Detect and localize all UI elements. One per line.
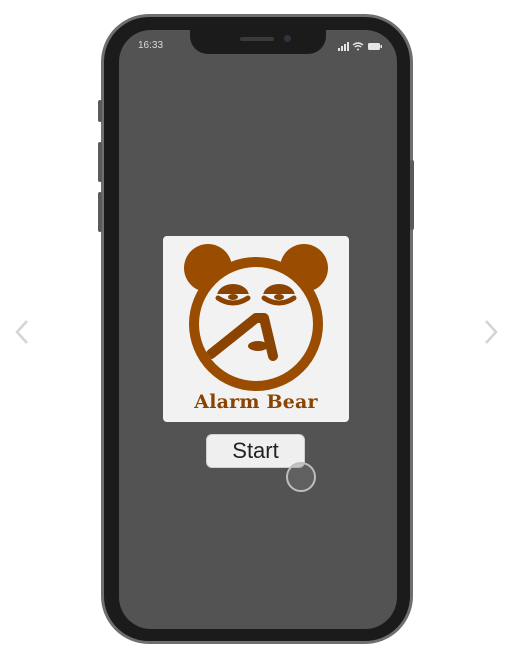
power-button [410, 160, 414, 230]
volume-down-button [98, 192, 102, 232]
status-time: 16:33 [138, 40, 164, 51]
chevron-left-icon[interactable] [12, 318, 32, 346]
mute-switch [98, 100, 102, 122]
wifi-icon [352, 42, 364, 51]
app-logo-title: Alarm Bear [194, 391, 318, 413]
battery-icon [368, 43, 382, 50]
status-icons [338, 42, 382, 51]
volume-up-button [98, 142, 102, 182]
chevron-right-icon[interactable] [481, 318, 501, 346]
front-camera [284, 35, 291, 42]
app-logo: Alarm Bear [163, 236, 349, 422]
notch [190, 28, 326, 54]
start-button[interactable]: Start [206, 434, 305, 468]
signal-icon [338, 42, 349, 51]
prototype-viewer: 16:33 Alarm Bear Start [0, 0, 526, 652]
earpiece-speaker [240, 37, 274, 41]
